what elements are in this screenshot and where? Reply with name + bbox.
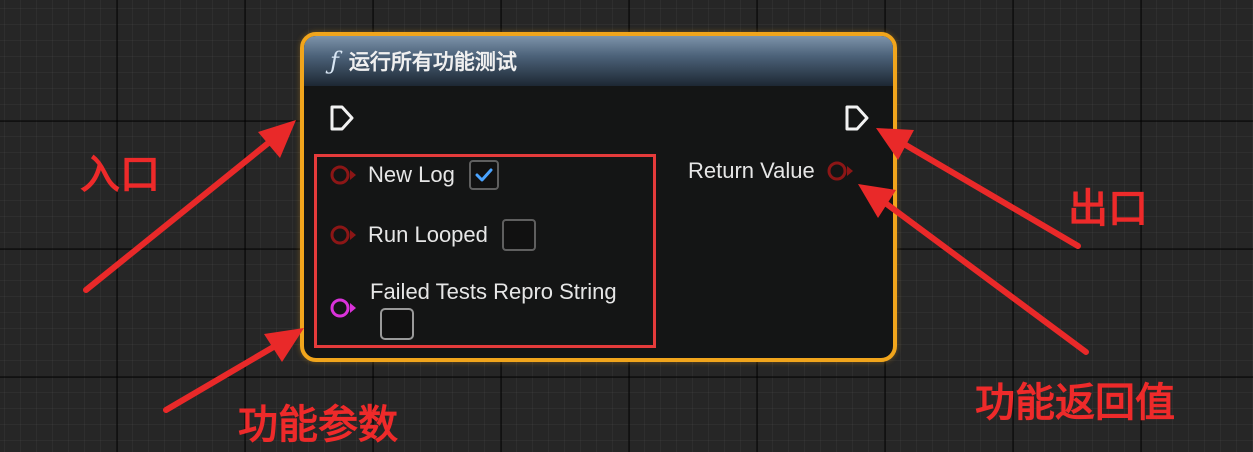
return-value-label: Return Value [688,158,815,183]
annotation-params: 功能参数 [238,402,398,448]
node-title: 运行所有功能测试 [348,51,517,74]
params-highlight-box [314,154,656,348]
annotation-exit: 出口 [1068,186,1148,232]
annotation-return: 功能返回值 [975,380,1175,426]
output-pin-return-value[interactable]: Return Value [688,158,855,184]
annotation-entry: 入口 [80,152,160,198]
exit-arrow [876,128,1081,249]
bool-pin-icon[interactable] [825,160,855,182]
exec-out-pin-icon[interactable] [844,104,870,132]
node-header[interactable]: ƒ 运行所有功能测试 [304,36,893,86]
exec-in-pin-icon[interactable] [329,104,355,132]
function-f-icon: ƒ [330,47,339,75]
